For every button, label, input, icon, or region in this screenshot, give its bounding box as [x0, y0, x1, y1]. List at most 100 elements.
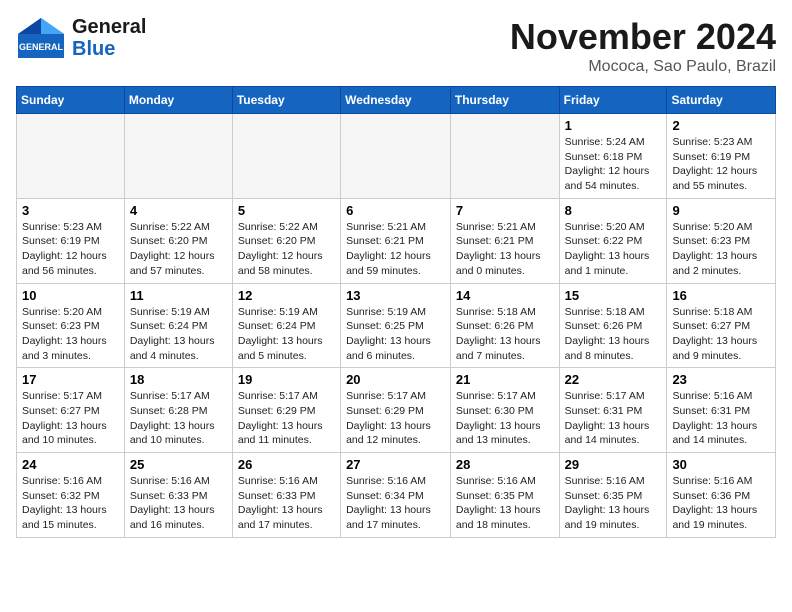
- calendar-cell: 28Sunrise: 5:16 AMSunset: 6:35 PMDayligh…: [450, 453, 559, 538]
- day-info: Sunrise: 5:16 AMSunset: 6:33 PMDaylight:…: [130, 474, 227, 533]
- day-number: 5: [238, 203, 335, 218]
- weekday-header-sunday: Sunday: [17, 87, 125, 114]
- day-info: Sunrise: 5:20 AMSunset: 6:23 PMDaylight:…: [672, 220, 770, 279]
- day-number: 7: [456, 203, 554, 218]
- weekday-header-row: SundayMondayTuesdayWednesdayThursdayFrid…: [17, 87, 776, 114]
- day-number: 4: [130, 203, 227, 218]
- logo-blue: Blue: [72, 38, 146, 60]
- week-row-5: 24 Sunrise: 5:16 AMSunset: 6:32 PMDayligh…: [17, 453, 776, 538]
- svg-text:GENERAL: GENERAL: [19, 42, 64, 52]
- day-number: 3: [22, 203, 119, 218]
- calendar-cell: 14Sunrise: 5:18 AMSunset: 6:26 PMDayligh…: [450, 283, 559, 368]
- calendar-cell: [124, 114, 232, 199]
- day-number: 17: [22, 372, 119, 387]
- calendar-cell: 1 Sunrise: 5:24 AMSunset: 6:18 PMDaylight…: [559, 114, 667, 199]
- day-number: 20: [346, 372, 445, 387]
- day-info: Sunrise: 5:18 AMSunset: 6:26 PMDaylight:…: [565, 305, 662, 364]
- calendar-cell: 7 Sunrise: 5:21 AMSunset: 6:21 PMDaylight…: [450, 198, 559, 283]
- day-info: Sunrise: 5:17 AMSunset: 6:29 PMDaylight:…: [238, 389, 335, 448]
- day-number: 25: [130, 457, 227, 472]
- day-number: 14: [456, 288, 554, 303]
- location: Mococa, Sao Paulo, Brazil: [510, 58, 776, 76]
- day-number: 21: [456, 372, 554, 387]
- day-number: 6: [346, 203, 445, 218]
- day-number: 11: [130, 288, 227, 303]
- calendar-cell: 13 Sunrise: 5:19 AMSunset: 6:25 PMDayligh…: [341, 283, 451, 368]
- calendar-cell: 25 Sunrise: 5:16 AMSunset: 6:33 PMDayligh…: [124, 453, 232, 538]
- day-info: Sunrise: 5:19 AMSunset: 6:25 PMDaylight:…: [346, 305, 445, 364]
- calendar-cell: 3 Sunrise: 5:23 AMSunset: 6:19 PMDaylight…: [17, 198, 125, 283]
- day-number: 2: [672, 118, 770, 133]
- calendar-cell: 6Sunrise: 5:21 AMSunset: 6:21 PMDaylight…: [341, 198, 451, 283]
- day-info: Sunrise: 5:23 AMSunset: 6:19 PMDaylight:…: [22, 220, 119, 279]
- calendar-cell: 21 Sunrise: 5:17 AMSunset: 6:30 PMDayligh…: [450, 368, 559, 453]
- day-info: Sunrise: 5:16 AMSunset: 6:35 PMDaylight:…: [565, 474, 662, 533]
- day-number: 24: [22, 457, 119, 472]
- day-number: 16: [672, 288, 770, 303]
- day-number: 15: [565, 288, 662, 303]
- weekday-header-monday: Monday: [124, 87, 232, 114]
- calendar-table: SundayMondayTuesdayWednesdayThursdayFrid…: [16, 86, 776, 538]
- calendar-cell: 29Sunrise: 5:16 AMSunset: 6:35 PMDayligh…: [559, 453, 667, 538]
- day-info: Sunrise: 5:16 AMSunset: 6:35 PMDaylight:…: [456, 474, 554, 533]
- day-number: 12: [238, 288, 335, 303]
- day-info: Sunrise: 5:17 AMSunset: 6:30 PMDaylight:…: [456, 389, 554, 448]
- month-title: November 2024: [510, 16, 776, 58]
- day-number: 18: [130, 372, 227, 387]
- calendar-cell: 5 Sunrise: 5:22 AMSunset: 6:20 PMDaylight…: [232, 198, 340, 283]
- day-info: Sunrise: 5:22 AMSunset: 6:20 PMDaylight:…: [130, 220, 227, 279]
- day-info: Sunrise: 5:19 AMSunset: 6:24 PMDaylight:…: [130, 305, 227, 364]
- day-info: Sunrise: 5:24 AMSunset: 6:18 PMDaylight:…: [565, 135, 662, 194]
- week-row-2: 3 Sunrise: 5:23 AMSunset: 6:19 PMDaylight…: [17, 198, 776, 283]
- calendar-cell: 10 Sunrise: 5:20 AMSunset: 6:23 PMDayligh…: [17, 283, 125, 368]
- day-info: Sunrise: 5:16 AMSunset: 6:31 PMDaylight:…: [672, 389, 770, 448]
- week-row-3: 10 Sunrise: 5:20 AMSunset: 6:23 PMDayligh…: [17, 283, 776, 368]
- day-info: Sunrise: 5:18 AMSunset: 6:27 PMDaylight:…: [672, 305, 770, 364]
- calendar-cell: [450, 114, 559, 199]
- calendar-cell: 23 Sunrise: 5:16 AMSunset: 6:31 PMDayligh…: [667, 368, 776, 453]
- calendar-cell: 22 Sunrise: 5:17 AMSunset: 6:31 PMDayligh…: [559, 368, 667, 453]
- day-number: 13: [346, 288, 445, 303]
- logo: GENERAL General Blue: [16, 16, 146, 60]
- calendar-cell: 8Sunrise: 5:20 AMSunset: 6:22 PMDaylight…: [559, 198, 667, 283]
- calendar-cell: 15 Sunrise: 5:18 AMSunset: 6:26 PMDayligh…: [559, 283, 667, 368]
- logo-text: General Blue: [72, 16, 146, 60]
- day-info: Sunrise: 5:17 AMSunset: 6:29 PMDaylight:…: [346, 389, 445, 448]
- day-info: Sunrise: 5:17 AMSunset: 6:31 PMDaylight:…: [565, 389, 662, 448]
- weekday-header-friday: Friday: [559, 87, 667, 114]
- calendar-cell: 2Sunrise: 5:23 AMSunset: 6:19 PMDaylight…: [667, 114, 776, 199]
- calendar-cell: 26 Sunrise: 5:16 AMSunset: 6:33 PMDayligh…: [232, 453, 340, 538]
- day-number: 10: [22, 288, 119, 303]
- weekday-header-saturday: Saturday: [667, 87, 776, 114]
- title-area: November 2024 Mococa, Sao Paulo, Brazil: [510, 16, 776, 76]
- calendar-cell: 27Sunrise: 5:16 AMSunset: 6:34 PMDayligh…: [341, 453, 451, 538]
- day-info: Sunrise: 5:17 AMSunset: 6:28 PMDaylight:…: [130, 389, 227, 448]
- calendar-cell: 24 Sunrise: 5:16 AMSunset: 6:32 PMDayligh…: [17, 453, 125, 538]
- day-number: 23: [672, 372, 770, 387]
- day-info: Sunrise: 5:20 AMSunset: 6:22 PMDaylight:…: [565, 220, 662, 279]
- calendar-cell: 18 Sunrise: 5:17 AMSunset: 6:28 PMDayligh…: [124, 368, 232, 453]
- day-info: Sunrise: 5:22 AMSunset: 6:20 PMDaylight:…: [238, 220, 335, 279]
- day-number: 22: [565, 372, 662, 387]
- day-info: Sunrise: 5:20 AMSunset: 6:23 PMDaylight:…: [22, 305, 119, 364]
- weekday-header-tuesday: Tuesday: [232, 87, 340, 114]
- day-number: 19: [238, 372, 335, 387]
- weekday-header-thursday: Thursday: [450, 87, 559, 114]
- calendar-cell: 9Sunrise: 5:20 AMSunset: 6:23 PMDaylight…: [667, 198, 776, 283]
- calendar-cell: 17Sunrise: 5:17 AMSunset: 6:27 PMDayligh…: [17, 368, 125, 453]
- day-number: 1: [565, 118, 662, 133]
- calendar-cell: 4 Sunrise: 5:22 AMSunset: 6:20 PMDaylight…: [124, 198, 232, 283]
- logo-general: General: [72, 16, 146, 38]
- calendar-cell: [341, 114, 451, 199]
- day-number: 30: [672, 457, 770, 472]
- day-info: Sunrise: 5:16 AMSunset: 6:34 PMDaylight:…: [346, 474, 445, 533]
- calendar-cell: 16 Sunrise: 5:18 AMSunset: 6:27 PMDayligh…: [667, 283, 776, 368]
- header: GENERAL General Blue November 2024 Mococ…: [16, 16, 776, 76]
- calendar-cell: 30Sunrise: 5:16 AMSunset: 6:36 PMDayligh…: [667, 453, 776, 538]
- logo-icon: GENERAL: [16, 16, 66, 60]
- day-info: Sunrise: 5:16 AMSunset: 6:32 PMDaylight:…: [22, 474, 119, 533]
- day-number: 26: [238, 457, 335, 472]
- day-info: Sunrise: 5:16 AMSunset: 6:33 PMDaylight:…: [238, 474, 335, 533]
- calendar-cell: 12Sunrise: 5:19 AMSunset: 6:24 PMDayligh…: [232, 283, 340, 368]
- day-info: Sunrise: 5:21 AMSunset: 6:21 PMDaylight:…: [456, 220, 554, 279]
